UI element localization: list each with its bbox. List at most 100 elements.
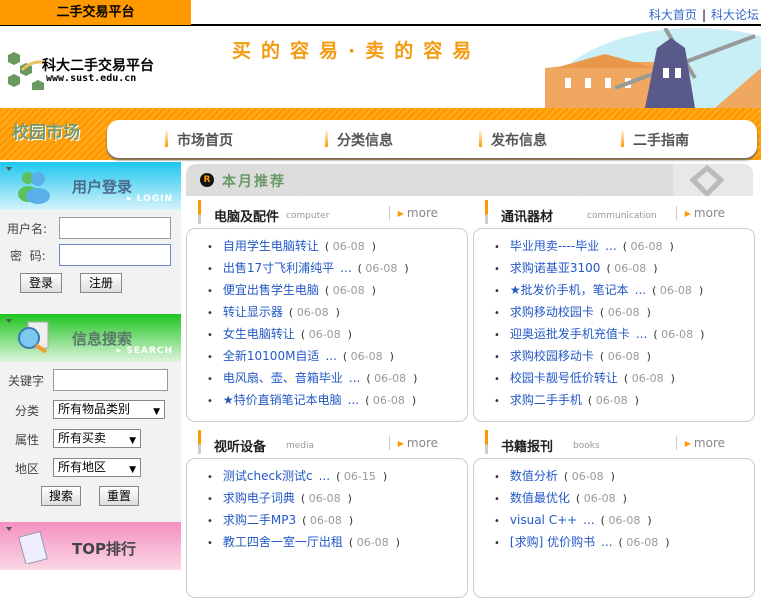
item-link[interactable]: 转让显示器 xyxy=(223,305,283,319)
nav-item-market-home[interactable]: 市场首页 xyxy=(165,129,233,150)
item-link[interactable]: 自用学生电脑转让 xyxy=(223,239,319,253)
item-link[interactable]: ★特价直销笔记本电脑 xyxy=(223,393,342,407)
section-title: 电脑及配件 xyxy=(214,210,280,225)
bullet-icon: • xyxy=(494,308,500,319)
item-link[interactable]: 女生电脑转让 xyxy=(223,327,295,341)
item-date: ( 06-08 ) xyxy=(300,328,352,341)
section-list: • 数值分析 ( 06-08 ) • 数值最优化 ( 06-08 ) • visual C++… xyxy=(473,458,755,598)
attribute-label: 属性 xyxy=(15,433,40,447)
item-link[interactable]: visual C++ xyxy=(510,513,577,527)
bullet-icon: • xyxy=(207,396,213,407)
item-link[interactable]: 求购电子词典 xyxy=(223,491,295,505)
item-link[interactable]: 求购二手手机 xyxy=(510,393,582,407)
section-media: 视听设备 media more •测试check测试c...( 06-15 )•… xyxy=(186,428,468,598)
item-link[interactable]: 便宜出售学生电脑 xyxy=(223,283,319,297)
section-en-title: computer xyxy=(286,211,330,221)
bullet-icon: • xyxy=(207,516,213,527)
item-link[interactable]: 出售17寸飞利浦纯平 xyxy=(223,261,334,275)
more-link[interactable]: more xyxy=(388,206,438,220)
region-select[interactable]: 所有地区 ▼ xyxy=(53,458,141,477)
item-ellipsis: ... xyxy=(325,349,337,363)
more-link[interactable]: more xyxy=(675,436,725,450)
item-link[interactable]: 数值分析 xyxy=(510,469,558,483)
collapse-triangle-icon[interactable] xyxy=(6,527,12,531)
bullet-icon: • xyxy=(494,516,500,527)
item-link[interactable]: 求购移动校园卡 xyxy=(510,305,594,319)
category-label: 分类 xyxy=(15,404,40,418)
item-date: ( 06-08 ) xyxy=(653,328,705,341)
bullet-icon: • xyxy=(494,494,500,505)
login-form: 用户名: 密 码: 登录 注册 xyxy=(0,210,181,314)
site-tab[interactable]: 二手交易平台 xyxy=(0,0,191,25)
more-link[interactable]: more xyxy=(388,436,438,450)
login-title: 用户登录 xyxy=(72,178,133,196)
list-item: • 女生电脑转让 ( 06-08 ) xyxy=(187,323,467,345)
item-link[interactable]: 测试check测试c xyxy=(223,469,313,483)
top-links: 科大首页 | 科大论坛 xyxy=(649,6,759,23)
item-date: ( 06-08 ) xyxy=(618,536,670,549)
more-link[interactable]: more xyxy=(675,206,725,220)
list-item: • 数值分析 ( 06-08 ) xyxy=(474,465,754,487)
item-date: ( 06-08 ) xyxy=(288,306,340,319)
list-item: • 求购二手手机 ( 06-08 ) xyxy=(474,389,754,411)
collapse-triangle-icon[interactable] xyxy=(6,167,12,171)
section-title: 书籍报刊 xyxy=(501,440,554,455)
search-subtitle: ▸ SEARCH xyxy=(116,346,173,356)
keyword-label: 关键字 xyxy=(8,374,45,388)
item-link[interactable]: ★批发价手机，笔记本 xyxy=(510,283,629,297)
monthly-recommend-title: 本月推荐 xyxy=(222,174,286,190)
category-select[interactable]: 所有物品类别 ▼ xyxy=(53,400,165,419)
section-header: 电脑及配件 computer more xyxy=(186,198,468,228)
item-date: ( 06-08 ) xyxy=(300,492,352,505)
item-date: ( 06-08 ) xyxy=(348,536,400,549)
item-date: ( 06-08 ) xyxy=(324,240,376,253)
item-date: ( 06-08 ) xyxy=(599,306,651,319)
bullet-icon: • xyxy=(494,242,500,253)
section-bar xyxy=(198,200,201,224)
top-bar: 二手交易平台 科大首页 | 科大论坛 xyxy=(0,0,761,26)
nav-item-guide[interactable]: 二手指南 xyxy=(621,129,689,150)
item-link[interactable]: [求购] 优价购书 xyxy=(510,535,595,549)
bullet-icon: • xyxy=(207,472,213,483)
item-link[interactable]: 求购校园移动卡 xyxy=(510,349,594,363)
item-link[interactable]: 求购二手MP3 xyxy=(223,513,296,527)
collapse-triangle-icon[interactable] xyxy=(6,319,12,323)
item-date: ( 06-08 ) xyxy=(606,262,658,275)
list-item: • 便宜出售学生电脑 ( 06-08 ) xyxy=(187,279,467,301)
list-item: • 求购诺基亚3100 ( 06-08 ) xyxy=(474,257,754,279)
item-link[interactable]: 校园卡靓号低价转让 xyxy=(510,371,618,385)
keyword-input[interactable] xyxy=(53,369,168,391)
r-badge-icon: R xyxy=(200,173,214,187)
list-item: • 校园卡靓号低价转让 ( 06-08 ) xyxy=(474,367,754,389)
register-button[interactable]: 注册 xyxy=(80,273,122,293)
item-date: ( 06-08 ) xyxy=(342,350,394,363)
item-link[interactable]: 迎奥运批发手机充值卡 xyxy=(510,327,630,341)
item-link[interactable]: 毕业甩卖----毕业 xyxy=(510,239,599,253)
item-link[interactable]: 求购诺基亚3100 xyxy=(510,261,601,275)
section-header: 书籍报刊 books more xyxy=(473,428,755,458)
item-date: ( 06-08 ) xyxy=(622,240,674,253)
logo-url: www.sust.edu.cn xyxy=(46,73,137,84)
search-button[interactable]: 搜索 xyxy=(41,486,81,506)
link-home[interactable]: 科大首页 xyxy=(649,8,697,22)
bullet-icon: • xyxy=(207,286,213,297)
nav-brand: 校园市场 xyxy=(12,123,80,143)
section-computer: 电脑及配件 computer more • 自用学生电脑转让 ( 06-08 ) • 出… xyxy=(186,198,468,422)
reset-button[interactable]: 重置 xyxy=(99,486,139,506)
item-link[interactable]: 数值最优化 xyxy=(510,491,570,505)
item-date: ( 06-08 ) xyxy=(324,284,376,297)
banner: 科大二手交易平台 www.sust.edu.cn 买的容易·卖的容易 xyxy=(0,28,761,108)
house-logo-icon xyxy=(673,164,753,198)
link-forum[interactable]: 科大论坛 xyxy=(711,8,759,22)
item-link[interactable]: 教工四舍一室一厅出租 xyxy=(223,535,343,549)
search-panel-header: 信息搜索 ▸ SEARCH xyxy=(0,314,181,362)
username-input[interactable] xyxy=(59,217,171,239)
login-button[interactable]: 登录 xyxy=(20,273,62,293)
nav-item-categories[interactable]: 分类信息 xyxy=(325,129,393,150)
item-link[interactable]: 电风扇、壶、音箱毕业 xyxy=(223,371,343,385)
search-form: 关键字 分类 所有物品类别 ▼ 属性 所有买卖 ▼ 地区 所有地区 ▼ 搜索 重置 xyxy=(0,362,181,522)
password-input[interactable] xyxy=(59,244,171,266)
item-link[interactable]: 全新10100M自适 xyxy=(223,349,320,363)
attribute-select[interactable]: 所有买卖 ▼ xyxy=(53,429,141,448)
nav-item-publish[interactable]: 发布信息 xyxy=(479,129,547,150)
